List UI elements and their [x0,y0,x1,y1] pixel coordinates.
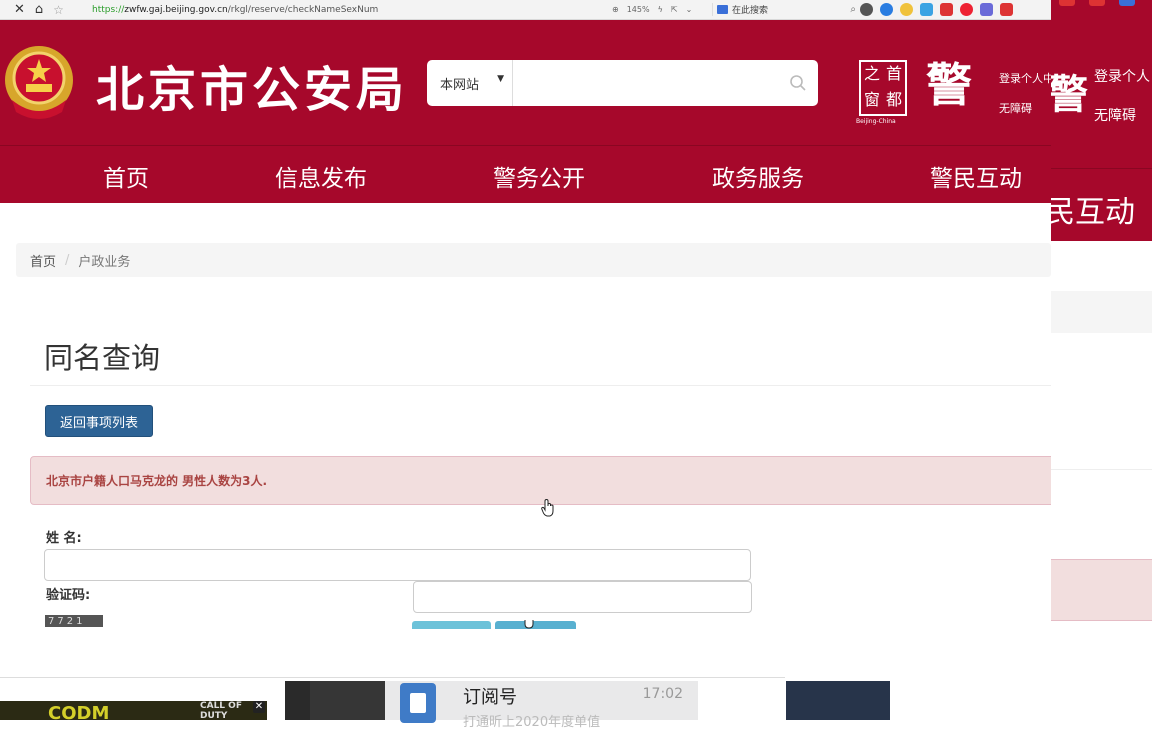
extension-icon[interactable] [920,3,933,16]
site-title[interactable]: 北京市公安局 [96,50,408,120]
star-icon[interactable]: ☆ [53,0,64,20]
seal-char: 首 [885,64,902,83]
extension-icon[interactable] [880,3,893,16]
notification-subtitle: 打通昕上2020年度单值 [463,715,601,730]
extension-icon[interactable] [960,3,973,16]
header-top: 北京市公安局 本网站 ▼ 之 首 窗 都 Beijing-China 警 登录个… [0,20,1065,145]
hand-cursor-icon [524,620,534,629]
breadcrumb: 首页 / 户政业务 [16,243,1051,277]
extension-icons [860,3,1013,16]
game-ad[interactable]: CODM CALL OF DUTY ✕ [0,701,267,720]
thumbnail [310,681,385,720]
breadcrumb-current: 户政业务 [78,254,131,270]
captcha-label: 验证码: [46,588,91,603]
breadcrumb-separator: / [65,252,70,268]
extension-icon[interactable] [1000,3,1013,16]
police-logo-fragment: 警 [1051,72,1088,118]
divider [0,677,785,678]
seal-char: 之 [863,64,880,83]
site-search: 本网站 ▼ [427,60,818,106]
zoom-icon[interactable]: ⊕ [612,5,619,14]
nav-item-gov-services[interactable]: 政务服务 [712,159,804,193]
alert-message: 北京市户籍人口马克龙的 男性人数为3人. [46,474,268,488]
share-icon[interactable]: ⇱ [671,5,678,14]
home-icon[interactable]: ⌂ [35,0,43,20]
police-emblem-icon [5,46,73,119]
alert-fragment [1051,559,1152,621]
subscription-icon [400,683,436,723]
lightning-icon[interactable]: ϟ [658,5,663,14]
zoom-level[interactable]: 145% [627,5,650,14]
music-icon[interactable] [980,3,993,16]
main-content: 首页 / 户政业务 同名查询 返回事项列表 北京市户籍人口马克龙的 男性人数为3… [0,203,1060,677]
nav-item-news[interactable]: 信息发布 [275,159,367,193]
notification-card[interactable]: 订阅号 17:02 打通昕上2020年度单值 [385,681,698,730]
seal-char: 窗 [863,90,880,109]
divider [30,385,1051,386]
captcha-input[interactable] [413,581,752,613]
search-engine-icon[interactable] [717,5,728,14]
nav-item-interaction-fragment[interactable]: 民互动 [1051,187,1135,231]
close-icon[interactable]: ✕ [253,701,265,713]
extension-icon[interactable] [860,3,873,16]
thumbnail[interactable] [786,681,890,720]
close-icon[interactable]: ✕ [14,0,25,20]
search-button[interactable] [778,60,818,106]
background-header: 警 登录个人 无障碍 [1051,0,1152,168]
name-label: 姓 名: [46,531,82,546]
extension-icon[interactable] [900,3,913,16]
result-alert: 北京市户籍人口马克龙的 男性人数为3人. [30,456,1060,505]
breadcrumb-fragment [1051,291,1152,333]
query-button[interactable] [412,621,491,629]
nav-fragment: 民互动 [1051,169,1152,241]
notification-time: 17:02 [642,686,683,702]
game-title: CODM [48,703,110,720]
breadcrumb-home[interactable]: 首页 [30,251,56,270]
main-nav: 首页 信息发布 警务公开 政务服务 警民互动 [0,145,1051,203]
taskbar-area: CODM CALL OF DUTY ✕ 订阅号 17:02 打通昕上2020年度… [0,677,1152,730]
accessibility-link-fragment[interactable]: 无障碍 [1094,105,1136,125]
site-header: 北京市公安局 本网站 ▼ 之 首 窗 都 Beijing-China 警 登录个… [0,20,1065,203]
url-path: /rkgl/reserve/checkNameSexNum [227,4,379,15]
name-input[interactable] [44,549,751,581]
search-scope-select[interactable]: 本网站 ▼ [427,60,513,106]
search-input[interactable] [513,60,778,106]
back-to-list-button[interactable]: 返回事项列表 [45,405,153,437]
nav-item-police-affairs[interactable]: 警务公开 [493,159,585,193]
capital-window-logo[interactable]: 之 首 窗 都 [859,60,907,116]
hand-cursor-icon [541,499,554,517]
url-protocol: https:// [92,4,125,15]
chevron-down-icon[interactable]: ⌄ [686,5,693,14]
divider [1051,469,1152,470]
address-bar[interactable]: https://zwfw.gaj.beijing.gov.cn/rkgl/res… [92,5,612,15]
browser-search[interactable]: 在此搜索 ⌕ [712,3,860,16]
police-logo[interactable]: 警 [926,60,972,110]
login-link-fragment[interactable]: 登录个人 [1094,66,1150,86]
nav-item-interaction[interactable]: 警民互动 [930,159,1022,193]
background-extension-icons [1059,0,1135,6]
search-icon [790,75,806,91]
extension-icon [1119,0,1135,6]
browser-tools: ⊕ 145% ϟ ⇱ ⌄ [612,5,712,14]
nav-item-home[interactable]: 首页 [103,159,149,193]
browser-nav: ✕ ⌂ ☆ [0,0,92,20]
extension-icon [1059,0,1075,6]
browser-toolbar: ✕ ⌂ ☆ https://zwfw.gaj.beijing.gov.cn/rk… [0,0,1152,20]
extension-icon [1089,0,1105,6]
caret-down-icon: ▼ [497,74,504,84]
background-window: 警 登录个人 无障碍 民互动 [1051,0,1152,680]
extension-icon[interactable] [940,3,953,16]
search-icon[interactable]: ⌕ [850,4,860,15]
url-domain: zwfw.gaj.beijing.gov.cn [124,4,228,15]
captcha-image[interactable]: 7721 [45,615,103,627]
notification-title: 订阅号 [463,687,517,708]
search-scope-label: 本网站 [440,77,480,93]
page-title: 同名查询 [44,341,161,375]
seal-caption: Beijing-China [856,118,896,125]
browser-search-placeholder: 在此搜索 [732,6,769,16]
seal-char: 都 [885,90,902,109]
